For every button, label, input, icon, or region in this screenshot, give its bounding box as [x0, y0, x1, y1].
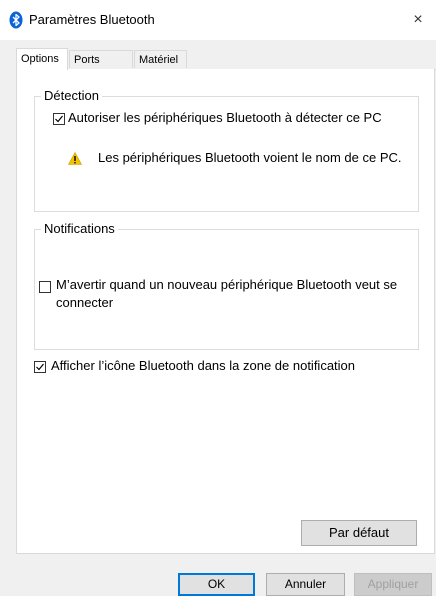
alert-new-device-checkbox[interactable]: [39, 281, 51, 293]
show-tray-icon-checkbox[interactable]: [34, 361, 46, 373]
window-title: Paramètres Bluetooth: [29, 12, 155, 27]
defaults-button[interactable]: Par défaut: [301, 520, 417, 546]
ok-button[interactable]: OK: [178, 573, 255, 596]
detection-group: Détection Autoriser les périphériques Bl…: [34, 88, 419, 212]
tab-materiel[interactable]: Matériel: [134, 50, 187, 68]
alert-new-device-label-line1: M’avertir quand un nouveau périphérique …: [56, 277, 398, 292]
options-panel: Détection Autoriser les périphériques Bl…: [16, 69, 435, 554]
allow-discovery-label: Autoriser les périphériques Bluetooth à …: [68, 110, 382, 125]
cancel-button[interactable]: Annuler: [266, 573, 345, 596]
allow-discovery-checkbox[interactable]: [53, 113, 65, 125]
apply-button: Appliquer: [354, 573, 432, 596]
tab-strip: Options Ports COM Matériel: [16, 48, 436, 84]
warning-text: Les périphériques Bluetooth voient le no…: [98, 150, 402, 165]
tab-options[interactable]: Options: [16, 48, 68, 70]
show-tray-icon-label: Afficher l’icône Bluetooth dans la zone …: [51, 358, 356, 373]
close-button[interactable]: ×: [400, 6, 436, 34]
tab-ports-com[interactable]: Ports COM: [69, 50, 133, 84]
check-mark-icon: [55, 115, 63, 123]
notifications-group: Notifications M’avertir quand un nouveau…: [34, 221, 419, 350]
alert-new-device-label-line2: connecter: [56, 295, 114, 310]
title-bar: Paramètres Bluetooth ×: [0, 0, 436, 40]
notifications-legend: Notifications: [41, 221, 118, 236]
warning-icon: [68, 152, 82, 165]
bluetooth-icon: [9, 11, 23, 29]
check-mark-icon: [36, 363, 44, 371]
detection-legend: Détection: [41, 88, 102, 103]
